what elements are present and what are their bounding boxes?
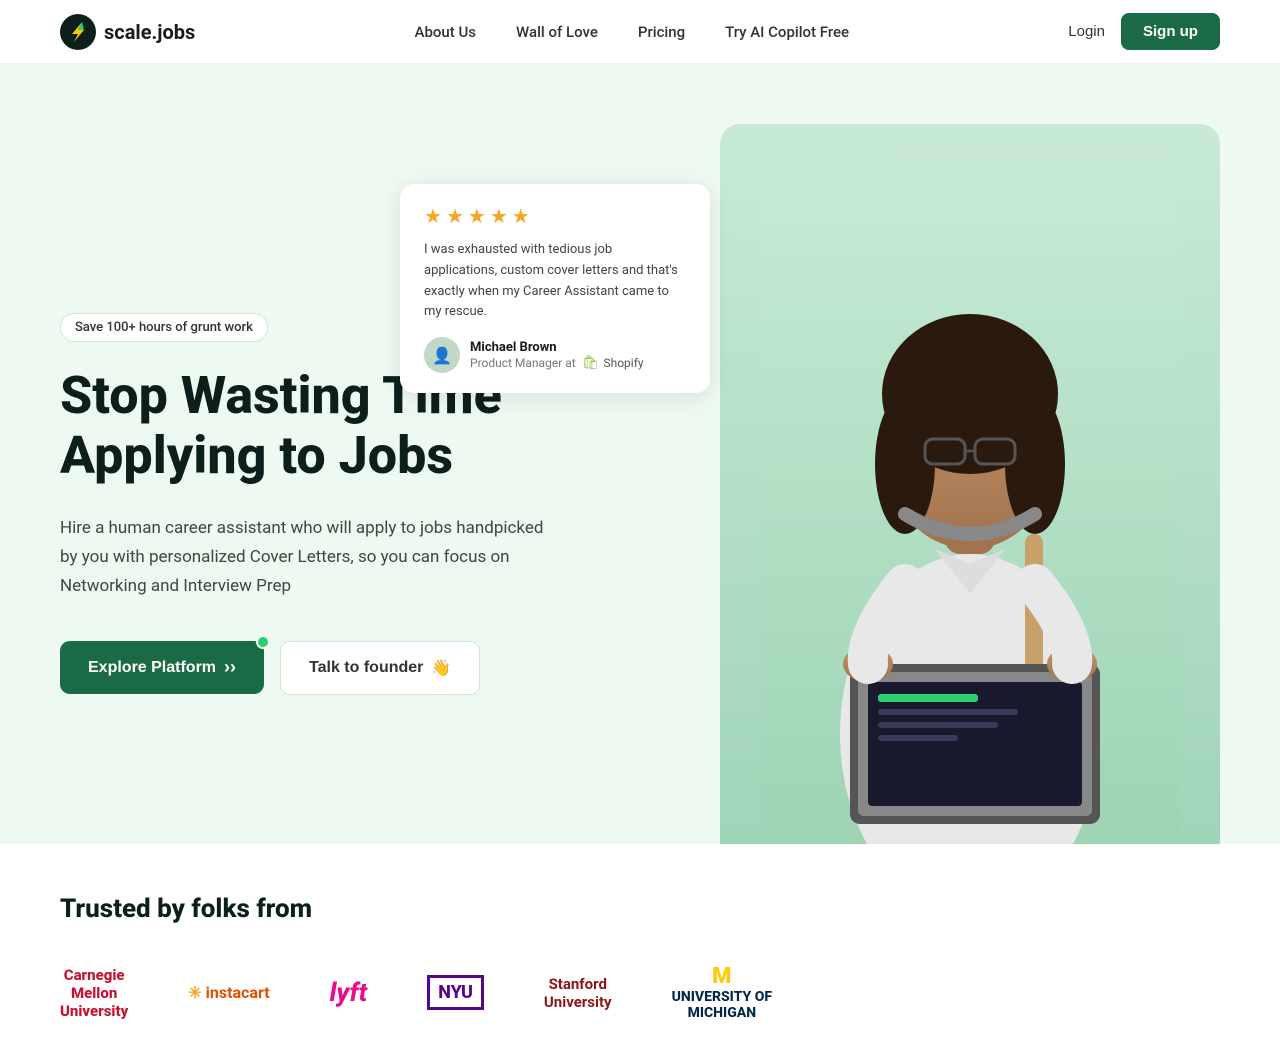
hero-section: Save 100+ hours of grunt work Stop Wasti… xyxy=(0,64,1280,844)
hero-buttons: Explore Platform ›› Talk to founder 👋 xyxy=(60,641,640,695)
login-button[interactable]: Login xyxy=(1068,23,1105,40)
review-stars: ★ ★ ★ ★ ★ xyxy=(424,204,686,228)
explore-button[interactable]: Explore Platform ›› xyxy=(60,641,264,694)
navbar: scale.jobs About Us Wall of Love Pricing… xyxy=(0,0,1280,64)
hero-badge: Save 100+ hours of grunt work xyxy=(60,313,268,342)
nav-wall[interactable]: Wall of Love xyxy=(516,23,598,41)
logo-stanford: StanfordUniversity xyxy=(544,975,612,1011)
logo-lyft: lyft xyxy=(330,978,368,1008)
hero-image-area: ★ ★ ★ ★ ★ I was exhausted with tedious j… xyxy=(640,124,1220,844)
star-5: ★ xyxy=(512,204,530,228)
review-author: 👤 Michael Brown Product Manager at 🛍 Sho… xyxy=(424,337,686,373)
hero-person-image xyxy=(720,124,1220,844)
logo-cmu: CarnegieMellonUniversity xyxy=(60,966,128,1020)
review-card: ★ ★ ★ ★ ★ I was exhausted with tedious j… xyxy=(400,184,710,393)
logo-instacart: ✳ instacart xyxy=(188,983,269,1002)
hero-description: Hire a human career assistant who will a… xyxy=(60,514,560,601)
arrow-icon: ›› xyxy=(224,657,236,678)
person-svg xyxy=(760,154,1180,844)
trusted-section: Trusted by folks from CarnegieMellonUniv… xyxy=(0,844,1280,1061)
star-3: ★ xyxy=(468,204,486,228)
nav-pricing[interactable]: Pricing xyxy=(638,23,685,41)
logo-michigan: M UNIVERSITY OFMICHIGAN xyxy=(672,964,772,1021)
talk-button[interactable]: Talk to founder 👋 xyxy=(280,641,480,695)
trusted-logos: CarnegieMellonUniversity ✳ instacart lyf… xyxy=(60,964,1220,1021)
online-indicator xyxy=(256,635,270,649)
trusted-title: Trusted by folks from xyxy=(60,894,1220,924)
nav-links: About Us Wall of Love Pricing Try AI Cop… xyxy=(415,22,850,41)
nav-about[interactable]: About Us xyxy=(415,23,477,41)
logo-link[interactable]: scale.jobs xyxy=(60,14,195,50)
nav-ai[interactable]: Try AI Copilot Free xyxy=(725,23,849,41)
logo-nyu: NYU xyxy=(427,975,484,1010)
review-name: Michael Brown xyxy=(470,340,686,355)
review-text: I was exhausted with tedious job applica… xyxy=(424,240,686,323)
star-1: ★ xyxy=(424,204,442,228)
logo-text: scale.jobs xyxy=(104,20,195,44)
nav-actions: Login Sign up xyxy=(1068,13,1220,50)
review-author-info: Michael Brown Product Manager at 🛍 Shopi… xyxy=(470,340,686,371)
logo-icon xyxy=(60,14,96,50)
star-2: ★ xyxy=(446,204,464,228)
star-4: ★ xyxy=(490,204,508,228)
review-role: Product Manager at 🛍 Shopify xyxy=(470,355,686,371)
avatar: 👤 xyxy=(424,337,460,373)
signup-button[interactable]: Sign up xyxy=(1121,13,1220,50)
shopify-logo: 🛍 Shopify xyxy=(582,355,644,371)
